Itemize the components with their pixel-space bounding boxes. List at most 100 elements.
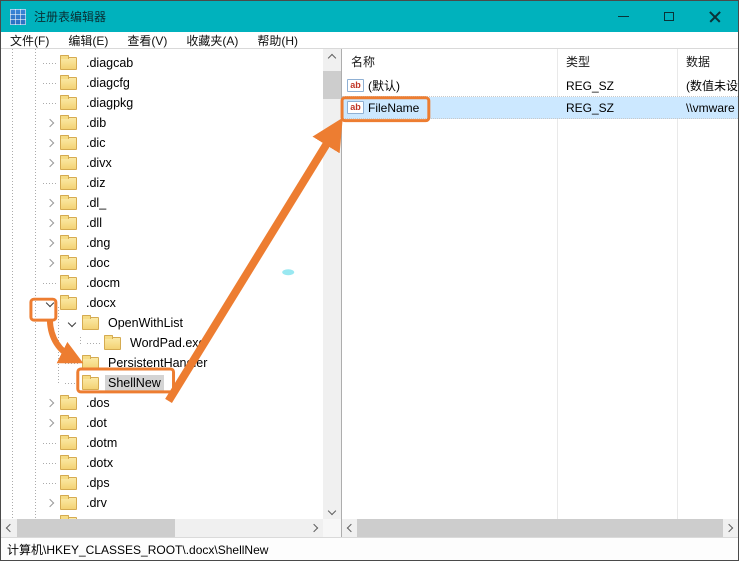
expander-collapsed-icon[interactable] <box>41 153 58 173</box>
folder-icon <box>60 117 77 130</box>
tree-node-dl[interactable]: .dl_ <box>1 193 323 213</box>
expander-collapsed-icon[interactable] <box>41 133 58 153</box>
tree-node-docm[interactable]: .docm <box>1 273 323 293</box>
expander-expanded-icon[interactable] <box>41 293 58 313</box>
tree-node-openwithlist[interactable]: OpenWithList <box>1 313 323 333</box>
close-button[interactable] <box>692 1 738 32</box>
folder-icon <box>60 177 77 190</box>
expander-collapsed-icon[interactable] <box>41 413 58 433</box>
tree-horizontal-scrollbar[interactable] <box>1 519 323 537</box>
tree-node-label: ShellNew <box>105 375 164 391</box>
expander-collapsed-icon[interactable] <box>41 113 58 133</box>
folder-icon <box>60 437 77 450</box>
string-value-icon: ab <box>347 79 364 92</box>
chevron-right-icon <box>310 524 318 532</box>
tree-node-divx[interactable]: .divx <box>1 153 323 173</box>
value-row-filename[interactable]: abFileNameREG_SZ\\vmware <box>342 97 738 119</box>
tree-node-dos[interactable]: .dos <box>1 393 323 413</box>
tree-node-dot[interactable]: .dot <box>1 413 323 433</box>
folder-icon <box>60 417 77 430</box>
folder-icon <box>60 197 77 210</box>
scroll-up-button[interactable] <box>323 49 341 66</box>
minimize-button[interactable] <box>600 1 646 32</box>
tree-node-dib[interactable]: .dib <box>1 113 323 133</box>
registry-editor-icon <box>10 9 26 25</box>
menu-edit[interactable]: 编辑(E) <box>68 32 108 49</box>
tree-node-label: PersistentHandler <box>105 355 210 371</box>
scroll-down-button[interactable] <box>323 502 341 519</box>
tree-node-diagpkg[interactable]: .diagpkg <box>1 93 323 113</box>
expander-collapsed-icon[interactable] <box>41 233 58 253</box>
tree-node-dotx[interactable]: .dotx <box>1 453 323 473</box>
expander-collapsed-icon[interactable] <box>41 493 58 513</box>
scrollbar-thumb[interactable] <box>357 519 723 537</box>
folder-icon <box>60 497 77 510</box>
expander-collapsed-icon[interactable] <box>41 393 58 413</box>
value-row-[interactable]: ab(默认)REG_SZ(数值未设 <box>342 75 738 97</box>
column-header-name[interactable]: 名称 <box>342 49 557 75</box>
values-pane: 名称 类型 数据 ab(默认)REG_SZ(数值未设abFileNameREG_… <box>342 49 738 537</box>
folder-icon <box>104 337 121 350</box>
tree-connector <box>41 453 58 473</box>
menu-favorites[interactable]: 收藏夹(A) <box>186 32 238 49</box>
tree-node-diz[interactable]: .diz <box>1 173 323 193</box>
expander-collapsed-icon[interactable] <box>41 213 58 233</box>
folder-icon <box>60 137 77 150</box>
tree-node-diagcfg[interactable]: .diagcfg <box>1 73 323 93</box>
column-separator[interactable] <box>677 49 678 519</box>
expander-collapsed-icon[interactable] <box>41 193 58 213</box>
values-horizontal-scrollbar[interactable] <box>342 519 738 537</box>
tree-node-label: .dotx <box>83 455 116 471</box>
minimize-icon <box>618 16 629 17</box>
value-type: REG_SZ <box>557 79 677 93</box>
scrollbar-thumb[interactable] <box>323 71 341 99</box>
expander-expanded-icon[interactable] <box>63 313 80 333</box>
folder-icon <box>60 477 77 490</box>
value-name-cell[interactable]: ab(默认) <box>342 77 557 94</box>
scroll-right-button[interactable] <box>305 519 323 537</box>
menu-help[interactable]: 帮助(H) <box>257 32 298 49</box>
tree-node-dps[interactable]: .dps <box>1 473 323 493</box>
tree-connector <box>41 73 58 93</box>
tree-node-dotm[interactable]: .dotm <box>1 433 323 453</box>
column-header-type[interactable]: 类型 <box>557 49 677 75</box>
tree-node-label: .diz <box>83 175 108 191</box>
menu-view[interactable]: 查看(V) <box>127 32 167 49</box>
scrollbar-thumb[interactable] <box>17 519 175 537</box>
tree-node-label: .dos <box>83 395 113 411</box>
tree-node-label: .docx <box>83 295 119 311</box>
tree-node-wordpadexe[interactable]: WordPad.exe <box>1 333 323 353</box>
folder-icon <box>60 97 77 110</box>
tree-node-shellnew[interactable]: ShellNew <box>1 373 323 393</box>
tree-node-persistenthandler[interactable]: PersistentHandler <box>1 353 323 373</box>
tree-node-label: .diagcab <box>83 55 136 71</box>
value-name-cell[interactable]: abFileName <box>342 101 557 115</box>
tree-guide-line <box>12 49 13 519</box>
tree-node-dic[interactable]: .dic <box>1 133 323 153</box>
tree-node-dll[interactable]: .dll <box>1 213 323 233</box>
tree-node-label: .dic <box>83 135 108 151</box>
column-header-data[interactable]: 数据 <box>677 49 738 75</box>
tree-node-label: WordPad.exe <box>127 335 209 351</box>
tree-pane: .diagcab .diagcfg.diagpkg.dib .dic .divx .di… <box>1 49 342 537</box>
expander-collapsed-icon[interactable] <box>41 253 58 273</box>
tree-node-label: .docm <box>83 275 123 291</box>
scroll-right-button[interactable] <box>720 519 738 537</box>
tree-guide-line <box>58 307 59 385</box>
tree-node-doc[interactable]: .doc <box>1 253 323 273</box>
tree-node-drv[interactable]: .drv <box>1 493 323 513</box>
folder-icon <box>60 457 77 470</box>
column-separator[interactable] <box>557 49 558 519</box>
tree-node-diagcab[interactable]: .diagcab <box>1 53 323 73</box>
tree-node-dng[interactable]: .dng <box>1 233 323 253</box>
chevron-right-icon <box>725 524 733 532</box>
maximize-button[interactable] <box>646 1 692 32</box>
tree-connector <box>63 353 80 373</box>
tree-connector <box>63 373 80 393</box>
folder-icon <box>60 57 77 70</box>
menu-file[interactable]: 文件(F) <box>10 32 49 49</box>
tree-node-docx[interactable]: .docx <box>1 293 323 313</box>
main-area: .diagcab .diagcfg.diagpkg.dib .dic .divx .di… <box>1 49 738 537</box>
tree-vertical-scrollbar[interactable] <box>323 49 341 519</box>
tree-connector <box>41 473 58 493</box>
